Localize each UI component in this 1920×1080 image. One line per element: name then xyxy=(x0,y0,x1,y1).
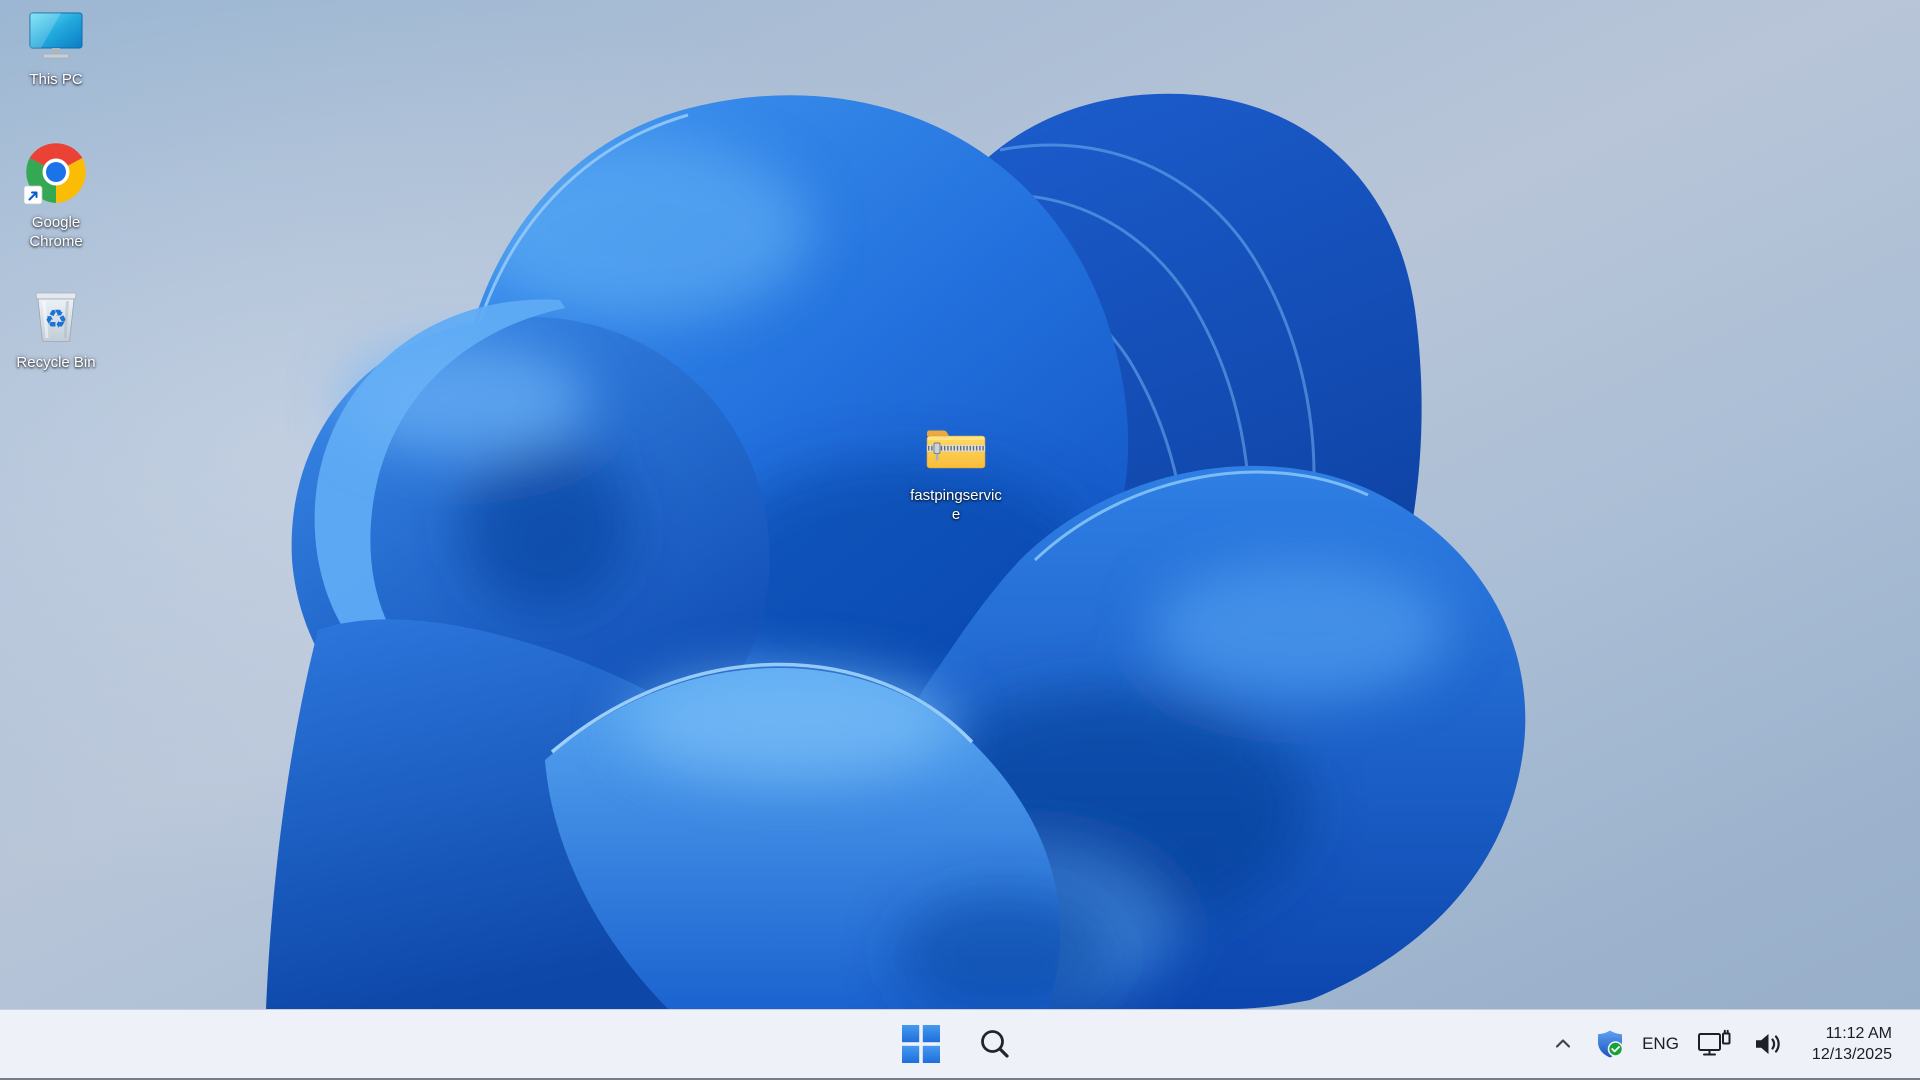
volume-tray-icon[interactable] xyxy=(1749,1027,1791,1061)
ethernet-network-icon xyxy=(1697,1029,1731,1056)
file-label: fastpingservic e xyxy=(910,487,1002,523)
search-button[interactable] xyxy=(973,1022,1017,1066)
desktop-icon-this-pc[interactable]: This PC xyxy=(8,10,104,89)
search-icon xyxy=(981,1030,1009,1058)
chevron-up-icon xyxy=(1555,1039,1571,1048)
desktop-icon-recycle-bin[interactable]: ♻ Recycle Bin xyxy=(8,283,104,372)
taskbar-center-group xyxy=(898,1010,1017,1078)
desktop-icon-google-chrome[interactable]: Google Chrome xyxy=(8,141,104,251)
tray-overflow-button[interactable] xyxy=(1548,1029,1578,1059)
monitor-icon xyxy=(29,12,83,59)
chrome-icon xyxy=(24,143,86,205)
speaker-volume-icon xyxy=(1755,1034,1780,1054)
clock-time: 11:12 AM xyxy=(1825,1025,1892,1042)
windows-desktop-screen: This PC Google Chrome ♻ Recycle Bin fast… xyxy=(0,0,1920,1080)
icon-label: Google Chrome xyxy=(29,214,83,250)
zipped-folder-icon xyxy=(926,430,986,469)
windows-logo-icon xyxy=(902,1025,940,1063)
start-button[interactable] xyxy=(898,1021,944,1067)
icon-label: Recycle Bin xyxy=(16,354,96,371)
taskbar-clock[interactable]: 11:12 AM 12/13/2025 xyxy=(1812,1023,1892,1065)
desktop-icon-fastpingservice-zip[interactable]: fastpingservic e xyxy=(908,424,1004,524)
clock-date: 12/13/2025 xyxy=(1811,1046,1892,1063)
svg-text:♻: ♻ xyxy=(44,305,67,335)
recycle-bin-icon: ♻ xyxy=(35,292,77,342)
system-tray: ENG 11:12 AM 12/13/2025 xyxy=(1548,1010,1920,1078)
network-tray-icon[interactable] xyxy=(1692,1025,1736,1063)
language-indicator[interactable]: ENG xyxy=(1642,1034,1679,1054)
windows-security-tray-icon[interactable] xyxy=(1591,1024,1629,1064)
icon-label: This PC xyxy=(29,71,83,88)
shortcut-arrow-badge xyxy=(24,185,43,205)
security-shield-icon xyxy=(1598,1030,1624,1058)
taskbar: ENG 11:12 AM 12/13/2025 xyxy=(0,1009,1920,1078)
